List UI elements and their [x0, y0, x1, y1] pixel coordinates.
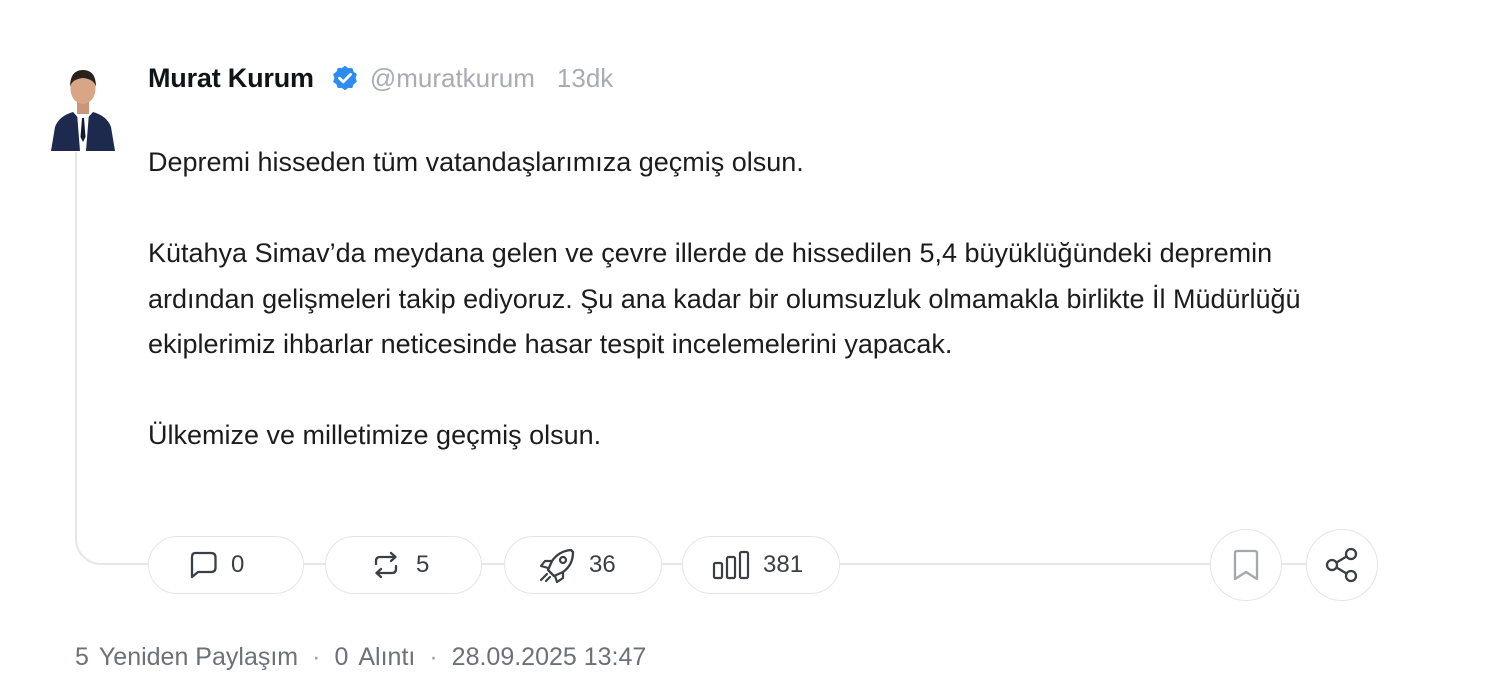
- boost-count: 36: [589, 551, 616, 578]
- share-icon: [1325, 547, 1358, 583]
- meta-separator: ·: [429, 642, 438, 671]
- bookmark-icon: [1233, 549, 1259, 581]
- views-button[interactable]: 381: [682, 536, 840, 594]
- rocket-icon: [539, 548, 575, 584]
- avatar[interactable]: [49, 61, 117, 151]
- author-handle[interactable]: @muratkurum: [370, 63, 535, 94]
- post-paragraph: Depremi hisseden tüm vatandaşlarımıza ge…: [148, 147, 804, 177]
- bookmark-button[interactable]: [1210, 529, 1282, 601]
- author-name[interactable]: Murat Kurum: [148, 63, 314, 94]
- repost-icon: [374, 551, 398, 579]
- repost-count: 5: [416, 551, 430, 578]
- post-time-ago[interactable]: 13dk: [557, 63, 613, 94]
- verified-badge-icon: [330, 63, 360, 93]
- post-timestamp: 28.09.2025 13:47: [451, 642, 647, 671]
- thread-line: [75, 152, 145, 565]
- quotes-label[interactable]: Alıntı: [358, 643, 415, 672]
- bar-chart-icon: [712, 550, 750, 580]
- speech-bubble-icon: [190, 551, 217, 579]
- post-paragraph: Kütahya Simav’da meydana gelen ve çevre …: [148, 238, 1301, 359]
- reposts-count: 5: [75, 642, 89, 671]
- quotes-count: 0: [334, 642, 349, 671]
- reposts-label[interactable]: Yeniden Paylaşım: [99, 643, 298, 672]
- reply-count: 0: [231, 551, 245, 578]
- post-header: Murat Kurum @muratkurum 13dk: [148, 60, 613, 96]
- share-button[interactable]: [1306, 529, 1378, 601]
- post-paragraph: Ülkemize ve milletimize geçmiş olsun.: [148, 420, 602, 450]
- repost-button[interactable]: 5: [325, 536, 482, 594]
- post-body: Depremi hisseden tüm vatandaşlarımıza ge…: [148, 140, 1328, 459]
- post-meta-footer: 5 Yeniden Paylaşım · 0 Alıntı · 28.09.20…: [75, 640, 646, 674]
- boost-button[interactable]: 36: [504, 536, 662, 594]
- meta-separator: ·: [312, 642, 321, 671]
- views-count: 381: [763, 551, 804, 578]
- reply-button[interactable]: 0: [148, 536, 304, 594]
